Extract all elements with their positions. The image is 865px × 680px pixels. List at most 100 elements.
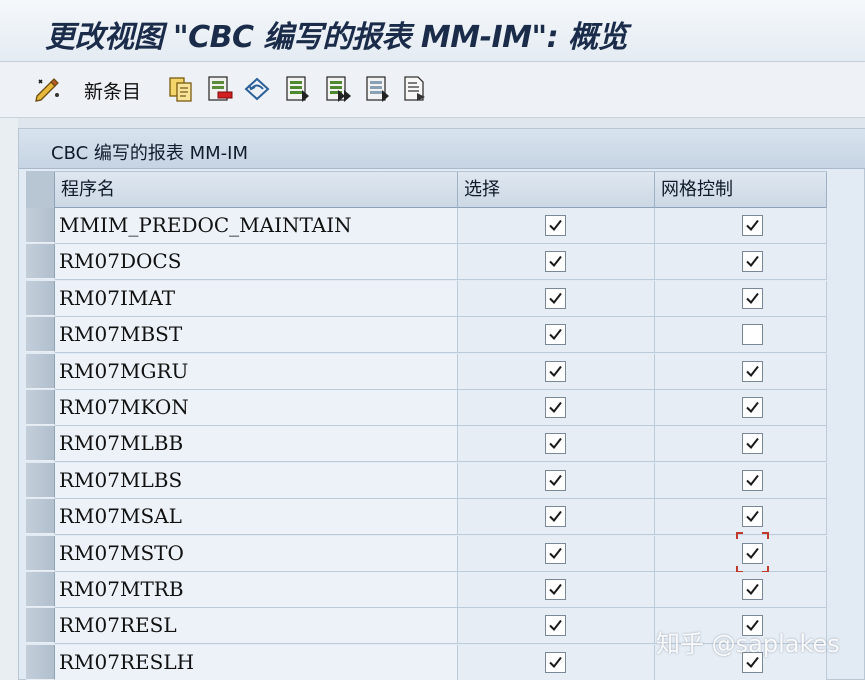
undo-icon[interactable] bbox=[242, 74, 272, 104]
select-checkbox[interactable] bbox=[545, 651, 566, 673]
program-name-cell: RM07MLBS bbox=[55, 462, 458, 499]
select-cell bbox=[458, 353, 655, 390]
program-name-cell: MMIM_PREDOC_MAINTAIN bbox=[55, 208, 458, 244]
table-row: RM07MLBS bbox=[26, 462, 827, 499]
row-selector[interactable] bbox=[26, 572, 55, 607]
row-selector[interactable] bbox=[26, 644, 55, 680]
row-selector[interactable] bbox=[26, 426, 55, 462]
grid-control-checkbox[interactable] bbox=[742, 324, 763, 346]
select-cell bbox=[458, 499, 655, 536]
grid-control-cell bbox=[655, 280, 827, 317]
select-cell bbox=[458, 244, 655, 281]
left-margin bbox=[0, 118, 18, 680]
select-cell bbox=[458, 390, 655, 426]
column-header-select[interactable]: 选择 bbox=[458, 172, 655, 208]
select-checkbox[interactable] bbox=[545, 324, 566, 346]
select-checkbox[interactable] bbox=[545, 579, 566, 600]
new-entries-button[interactable]: 新条目 bbox=[84, 77, 141, 104]
panel-header: CBC 编写的报表 MM-IM bbox=[19, 129, 865, 169]
row-selector[interactable] bbox=[26, 353, 55, 389]
program-name-cell: RM07MKON bbox=[55, 390, 458, 426]
grid-control-cell bbox=[655, 531, 827, 573]
delete-icon[interactable] bbox=[204, 74, 234, 104]
select-cell bbox=[458, 208, 655, 244]
grid-control-checkbox[interactable] bbox=[742, 579, 763, 600]
row-selector[interactable] bbox=[26, 535, 55, 571]
row-selector[interactable] bbox=[26, 499, 55, 535]
details-icon[interactable] bbox=[400, 74, 430, 104]
row-selector[interactable] bbox=[26, 244, 55, 280]
grid-control-cell bbox=[655, 390, 827, 426]
column-header-program[interactable]: 程序名 bbox=[55, 172, 458, 208]
grid-control-cell bbox=[655, 426, 827, 463]
table-row: MMIM_PREDOC_MAINTAIN bbox=[26, 208, 827, 244]
grid-control-checkbox[interactable] bbox=[742, 360, 763, 382]
grid-control-cell bbox=[655, 208, 827, 244]
select-cell bbox=[458, 426, 655, 463]
select-checkbox[interactable] bbox=[545, 615, 566, 637]
table-row: RM07MSTO bbox=[26, 531, 827, 573]
grid-control-checkbox[interactable] bbox=[742, 215, 763, 236]
select-cell bbox=[458, 608, 655, 645]
grid-control-checkbox[interactable] bbox=[742, 251, 763, 273]
select-checkbox[interactable] bbox=[545, 433, 566, 455]
table-row: RM07MBST bbox=[26, 317, 827, 354]
title-bar: 更改视图 "CBC 编写的报表 MM-IM": 概览 bbox=[0, 0, 865, 62]
row-selector[interactable] bbox=[26, 317, 55, 353]
grid-control-checkbox[interactable] bbox=[742, 542, 763, 564]
copy-icon[interactable] bbox=[166, 74, 196, 104]
select-cell bbox=[458, 644, 655, 680]
change-display-icon[interactable] bbox=[33, 74, 63, 104]
table-panel: CBC 编写的报表 MM-IM 程序名 选择 网格控制 MMIM_PREDOC_… bbox=[18, 128, 865, 680]
deselect-all-icon[interactable] bbox=[362, 74, 392, 104]
select-checkbox[interactable] bbox=[545, 251, 566, 273]
row-selector[interactable] bbox=[26, 208, 55, 243]
select-checkbox[interactable] bbox=[545, 469, 566, 491]
select-cell bbox=[458, 317, 655, 354]
grid-control-cell bbox=[655, 353, 827, 390]
row-selector[interactable] bbox=[26, 608, 55, 644]
grid-control-cell bbox=[655, 244, 827, 281]
grid-control-cell bbox=[655, 572, 827, 608]
table-row: RM07MGRU bbox=[26, 353, 827, 390]
program-name-cell: RM07DOCS bbox=[55, 244, 458, 281]
select-cell bbox=[458, 280, 655, 317]
window-title: 更改视图 "CBC 编写的报表 MM-IM": 概览 bbox=[45, 20, 628, 55]
table-row: RM07MSAL bbox=[26, 499, 827, 536]
select-cell bbox=[458, 535, 655, 572]
grid-control-checkbox[interactable] bbox=[742, 287, 763, 309]
program-name-cell: RM07MGRU bbox=[55, 353, 458, 390]
grid-control-checkbox[interactable] bbox=[742, 506, 763, 528]
select-checkbox[interactable] bbox=[545, 542, 566, 564]
application-toolbar: 新条目 bbox=[0, 62, 865, 118]
table-row: RM07IMAT bbox=[26, 280, 827, 317]
select-checkbox[interactable] bbox=[545, 506, 566, 528]
select-checkbox[interactable] bbox=[545, 287, 566, 309]
program-name-cell: RM07MLBB bbox=[55, 426, 458, 463]
select-all-rows-button[interactable] bbox=[26, 172, 55, 208]
select-checkbox[interactable] bbox=[545, 397, 566, 418]
watermark: 知乎 @saplakes bbox=[656, 630, 840, 658]
row-selector[interactable] bbox=[26, 280, 55, 316]
select-cell bbox=[458, 462, 655, 499]
grid-control-checkbox[interactable] bbox=[742, 469, 763, 491]
program-name-cell: RM07RESL bbox=[55, 608, 458, 645]
grid-control-cell bbox=[655, 462, 827, 499]
table-row: RM07DOCS bbox=[26, 244, 827, 281]
select-all-icon[interactable] bbox=[282, 74, 312, 104]
table-row: RM07MLBB bbox=[26, 426, 827, 463]
program-name-cell: RM07MSTO bbox=[55, 535, 458, 572]
program-name-cell: RM07IMAT bbox=[55, 280, 458, 317]
select-checkbox[interactable] bbox=[545, 360, 566, 382]
select-block-icon[interactable] bbox=[322, 74, 352, 104]
row-selector[interactable] bbox=[26, 390, 55, 425]
grid-control-checkbox[interactable] bbox=[742, 397, 763, 418]
grid-control-cell bbox=[655, 499, 827, 536]
column-header-grid-control[interactable]: 网格控制 bbox=[655, 172, 827, 208]
program-name-cell: RM07MTRB bbox=[55, 572, 458, 608]
select-checkbox[interactable] bbox=[545, 215, 566, 236]
grid-control-checkbox[interactable] bbox=[742, 433, 763, 455]
program-name-cell: RM07MBST bbox=[55, 317, 458, 354]
row-selector[interactable] bbox=[26, 462, 55, 498]
program-name-cell: RM07MSAL bbox=[55, 499, 458, 536]
